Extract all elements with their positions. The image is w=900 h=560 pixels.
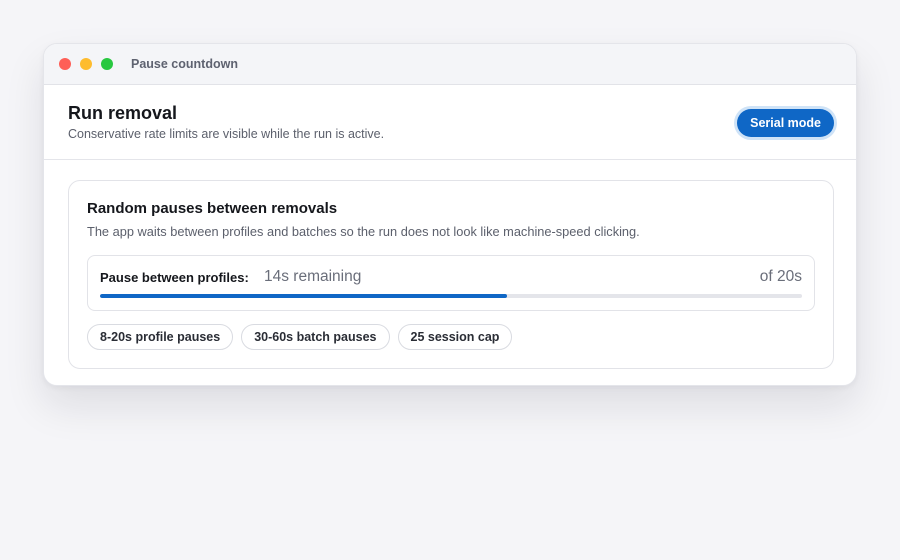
chip-session-cap: 25 session cap <box>397 324 513 350</box>
app-window: Pause countdown Run removal Conservative… <box>43 43 857 386</box>
countdown-progress-fill <box>100 294 508 298</box>
countdown-remaining: 14s remaining <box>264 268 362 285</box>
pause-countdown: Pause between profiles: 14s remaining of… <box>87 255 815 311</box>
card-title: Random pauses between removals <box>87 200 338 217</box>
zoom-window-button[interactable] <box>101 58 113 70</box>
chip-profile-pauses: 8-20s profile pauses <box>87 324 234 350</box>
countdown-label: Pause between profiles: <box>100 270 249 285</box>
countdown-total: of 20s <box>759 268 802 285</box>
card-description: The app waits between profiles and batch… <box>87 224 640 239</box>
chip-batch-pauses: 30-60s batch pauses <box>241 324 390 350</box>
title-bar: Pause countdown <box>44 44 856 85</box>
close-window-button[interactable] <box>59 58 71 70</box>
pause-settings-card: Random pauses between removals The app w… <box>68 180 834 369</box>
page-header: Run removal Conservative rate limits are… <box>44 85 856 160</box>
minimize-window-button[interactable] <box>80 58 92 70</box>
page-title: Run removal <box>68 103 178 123</box>
window-title: Pause countdown <box>131 57 238 71</box>
countdown-progress-track <box>100 294 802 298</box>
pause-chips: 8-20s profile pauses 30-60s batch pauses… <box>87 324 513 350</box>
page-subtitle: Conservative rate limits are visible whi… <box>68 127 385 141</box>
serial-mode-button[interactable]: Serial mode <box>737 109 834 137</box>
